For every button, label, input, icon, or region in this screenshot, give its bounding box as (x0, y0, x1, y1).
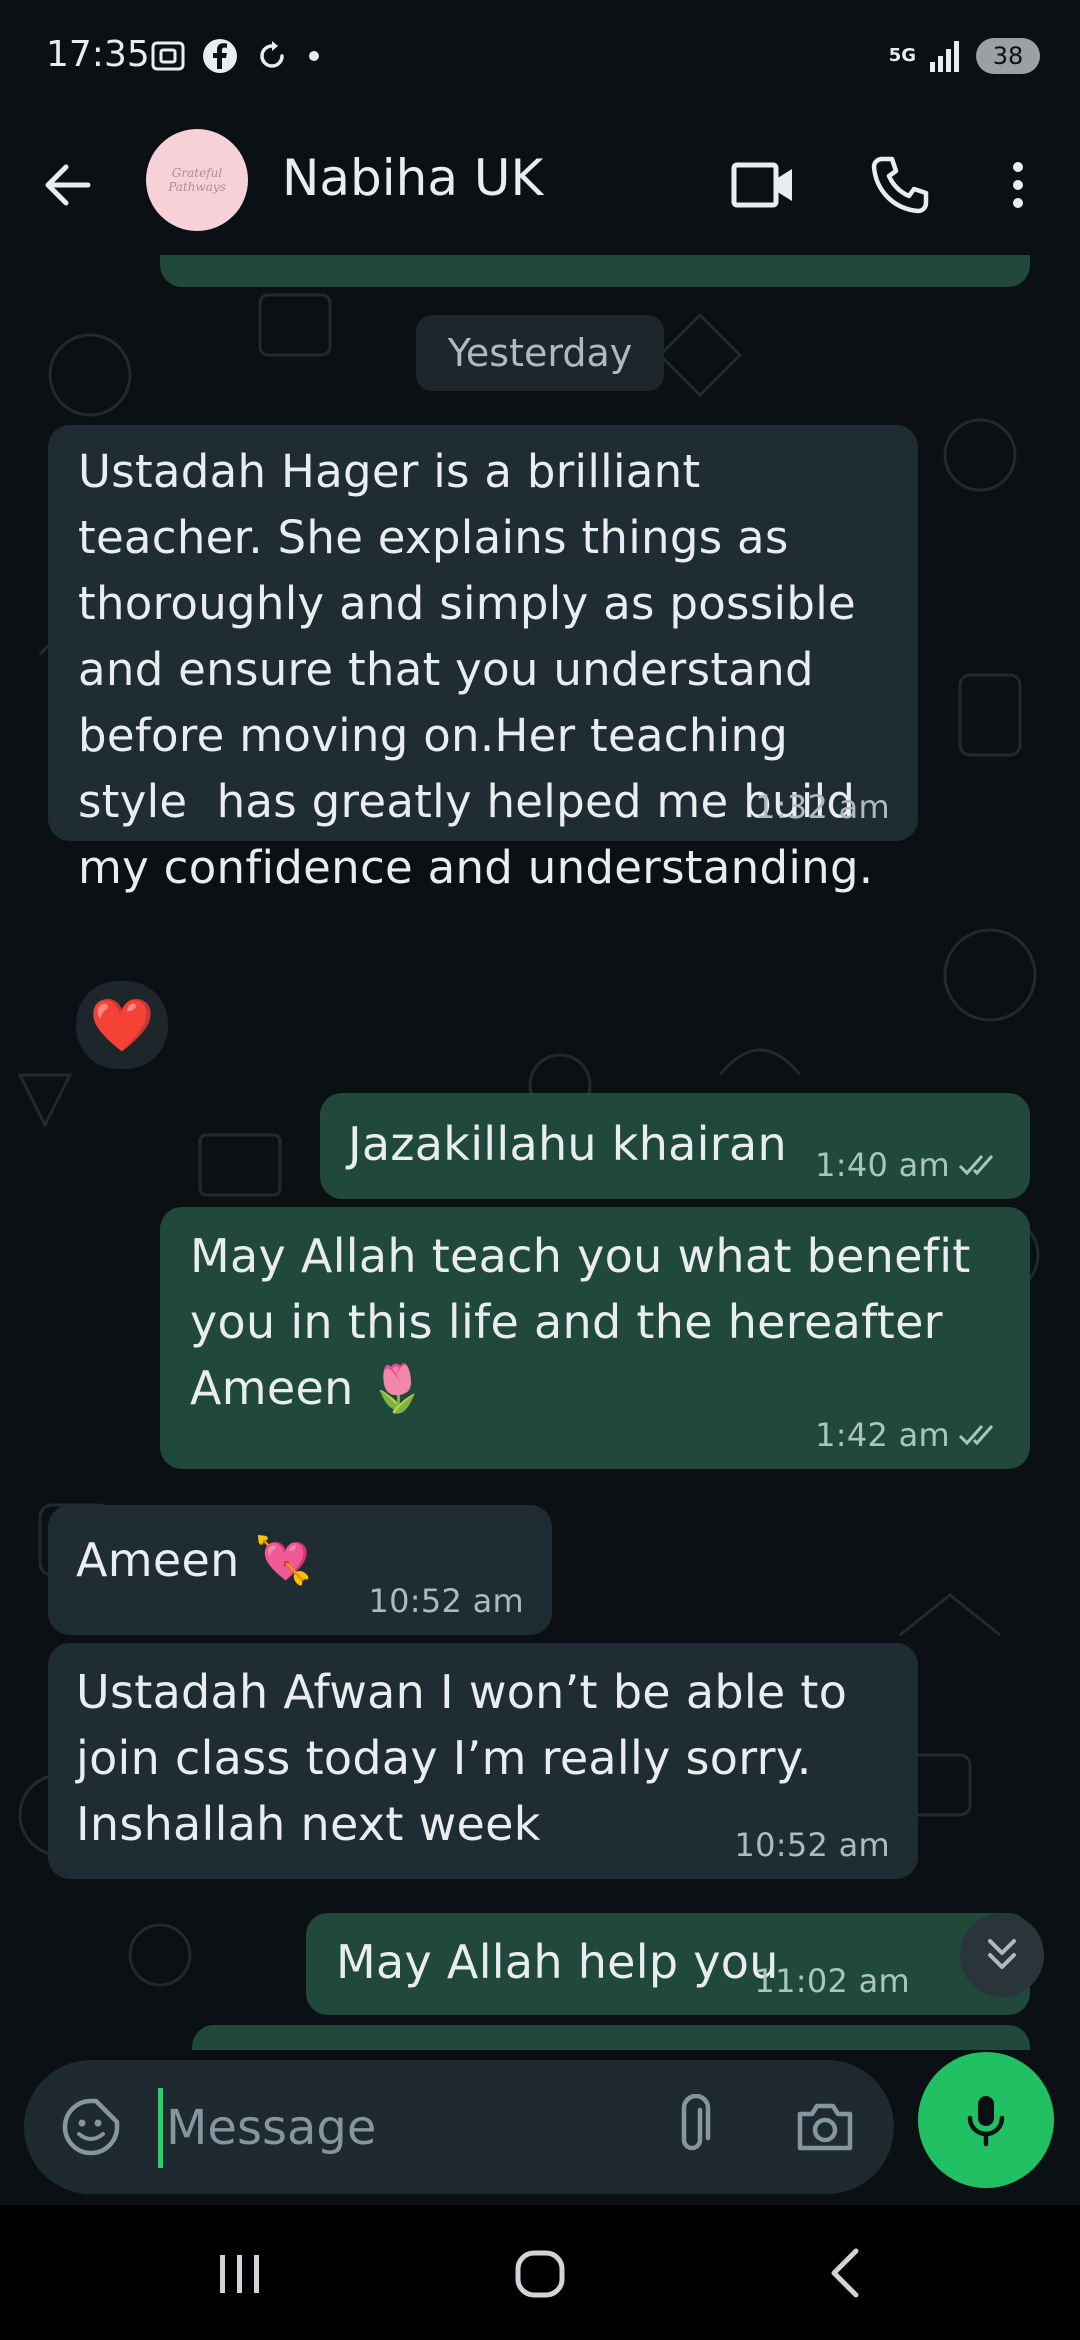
network-type: 5G (888, 45, 916, 66)
message-meta: 10:52 am (368, 1581, 524, 1621)
chat-header: Grateful Pathways Nabiha UK (0, 115, 1080, 255)
double-chevron-down-icon (988, 1939, 1016, 1969)
message-time: 1:40 am (815, 1146, 950, 1184)
video-call-icon[interactable] (730, 155, 796, 215)
status-time: 17:35 (46, 34, 150, 75)
facebook-icon (203, 39, 237, 73)
status-bar: 17:35 5G 38 (0, 0, 1080, 115)
message-meta: 1:32 am (755, 787, 890, 827)
incoming-message[interactable]: Ustadah Afwan I won’t be able to join cl… (48, 1643, 918, 1879)
battery-indicator: 38 (976, 38, 1040, 74)
date-separator: Yesterday (416, 315, 664, 391)
more-options-icon[interactable] (1000, 153, 1036, 217)
back-arrow-icon[interactable] (36, 153, 100, 217)
message-composer (24, 2060, 894, 2194)
double-check-icon (958, 1155, 994, 1176)
nav-back-icon[interactable] (820, 2243, 870, 2303)
message-meta: 1:40 am (815, 1145, 1002, 1185)
sync-icon (260, 41, 284, 68)
text-cursor (158, 2088, 163, 2168)
heart-reaction[interactable]: ❤️ (72, 977, 172, 1073)
outgoing-message[interactable]: May Allah help you 11:02 am (306, 1913, 1030, 2015)
status-notification-icons (148, 36, 324, 76)
message-text: Ameen 💘 (76, 1533, 313, 1587)
screenshot-icon (151, 41, 185, 71)
incoming-message[interactable]: Ustadah Hager is a brilliant teacher. Sh… (48, 425, 918, 894)
phone-call-icon[interactable] (868, 153, 932, 217)
chat-area[interactable]: Yesterday Ustadah Hager is a brilliant t… (0, 255, 1080, 2050)
message-meta: 11:02 am (754, 1961, 910, 2001)
message-time: 11:02 am (754, 1962, 910, 2000)
outgoing-message[interactable]: Jazakillahu khairan 1:40 am (320, 1093, 1030, 1199)
avatar-text: Grateful Pathways (168, 166, 226, 194)
microphone-icon (967, 2096, 1005, 2147)
partial-message-bubble (192, 2025, 1030, 2050)
avatar[interactable]: Grateful Pathways (146, 129, 248, 231)
incoming-message[interactable]: Ameen 💘 10:52 am (48, 1505, 552, 1635)
double-check-icon (958, 1425, 994, 1446)
message-input[interactable] (164, 2086, 648, 2170)
voice-message-button[interactable] (918, 2052, 1054, 2188)
status-system-icons: 5G 38 (889, 36, 1040, 76)
dot-icon (309, 51, 319, 61)
message-meta: 10:52 am (734, 1825, 890, 1865)
date-separator-label: Yesterday (447, 331, 633, 375)
message-text: May Allah help you (336, 1935, 779, 1989)
recent-apps-icon[interactable] (210, 2245, 270, 2301)
scroll-to-bottom-button[interactable] (960, 1913, 1044, 1997)
system-navigation-bar (0, 2205, 1080, 2340)
message-time: 10:52 am (734, 1826, 890, 1864)
message-text: May Allah teach you what benefit you in … (190, 1229, 986, 1415)
attachment-icon[interactable] (664, 2094, 720, 2160)
emoji-sticker-icon[interactable] (60, 2096, 122, 2158)
message-time: 1:42 am (815, 1416, 950, 1454)
contact-name[interactable]: Nabiha UK (282, 149, 543, 207)
message-time: 1:32 am (755, 788, 890, 826)
signal-icon (930, 41, 959, 72)
message-meta: 1:42 am (815, 1415, 1002, 1455)
camera-icon[interactable] (794, 2096, 856, 2158)
message-text: Jazakillahu khairan (348, 1117, 787, 1171)
home-icon[interactable] (510, 2243, 570, 2303)
message-time: 10:52 am (368, 1582, 524, 1620)
partial-message-bubble (160, 255, 1030, 287)
message-text: Ustadah Hager is a brilliant teacher. Sh… (78, 445, 874, 894)
outgoing-message[interactable]: May Allah teach you what benefit you in … (160, 1207, 1030, 1469)
reaction-emoji: ❤️ (89, 995, 155, 1056)
